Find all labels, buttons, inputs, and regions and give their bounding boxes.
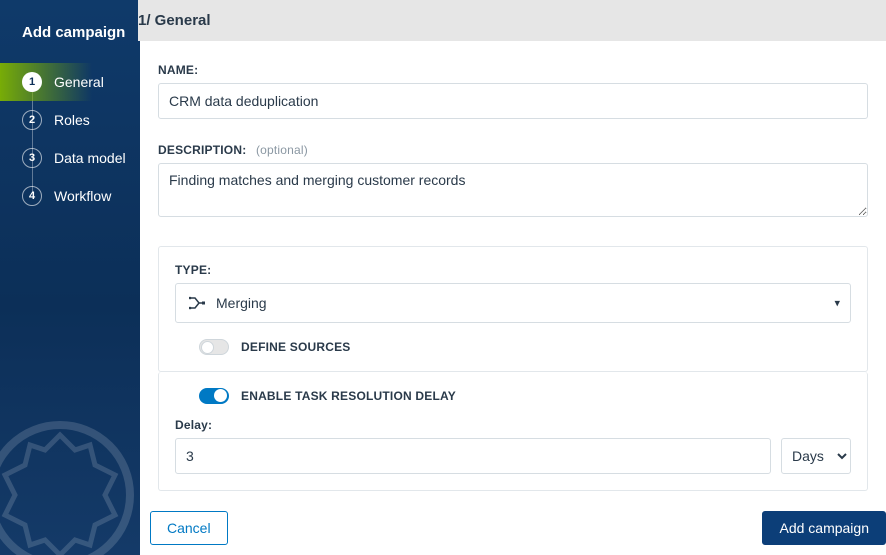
define-sources-label: DEFINE SOURCES [241, 340, 350, 354]
step-number-badge: 3 [22, 148, 42, 168]
sidebar-title: Add campaign [0, 0, 140, 63]
form-area: NAME: DESCRIPTION: (optional) TYPE: Merg… [140, 41, 886, 555]
define-sources-row: DEFINE SOURCES [175, 339, 851, 355]
name-block: NAME: [158, 63, 868, 119]
delay-unit-select[interactable]: DaysHoursWeeks [781, 438, 851, 474]
step-number-badge: 2 [22, 110, 42, 130]
wizard-steps: 1 General 2 Roles 3 Data model 4 Workflow [0, 63, 140, 215]
chevron-down-icon: ▾ [834, 297, 840, 310]
cancel-button[interactable]: Cancel [150, 511, 228, 545]
define-sources-toggle[interactable] [199, 339, 229, 355]
step-label: General [54, 74, 104, 90]
add-campaign-button[interactable]: Add campaign [762, 511, 886, 545]
panel-title: 1/ General [138, 12, 211, 29]
type-label: TYPE: [175, 263, 851, 277]
wizard-step-workflow[interactable]: 4 Workflow [0, 177, 140, 215]
merge-icon [186, 296, 208, 310]
description-label: DESCRIPTION: (optional) [158, 143, 868, 157]
type-panel: TYPE: Merging ▾ DEFINE SOURCES [158, 246, 868, 372]
delay-panel: ENABLE TASK RESOLUTION DELAY Delay: Days… [158, 372, 868, 491]
step-label: Data model [54, 150, 126, 166]
description-label-text: DESCRIPTION: [158, 143, 246, 157]
name-label: NAME: [158, 63, 868, 77]
footer-actions: Cancel Add campaign [140, 501, 886, 555]
wizard-step-data-model[interactable]: 3 Data model [0, 139, 140, 177]
enable-delay-row: ENABLE TASK RESOLUTION DELAY [175, 388, 851, 404]
description-input[interactable] [158, 163, 868, 217]
background-decoration [0, 395, 140, 555]
step-label: Workflow [54, 188, 111, 204]
name-input[interactable] [158, 83, 868, 119]
type-value: Merging [216, 295, 267, 311]
step-label: Roles [54, 112, 90, 128]
enable-delay-label: ENABLE TASK RESOLUTION DELAY [241, 389, 456, 403]
delay-block: Delay: DaysHoursWeeks [175, 418, 851, 474]
panel-header: 1/ General [138, 0, 886, 41]
step-number-badge: 4 [22, 186, 42, 206]
wizard-step-roles[interactable]: 2 Roles [0, 101, 140, 139]
delay-value-input[interactable] [175, 438, 771, 474]
description-block: DESCRIPTION: (optional) [158, 143, 868, 222]
type-select[interactable]: Merging ▾ [175, 283, 851, 323]
main-panel: 1/ General NAME: DESCRIPTION: (optional)… [140, 0, 886, 555]
wizard-step-general[interactable]: 1 General [0, 63, 140, 101]
step-number-badge: 1 [22, 72, 42, 92]
enable-delay-toggle[interactable] [199, 388, 229, 404]
delay-label: Delay: [175, 418, 851, 432]
wizard-sidebar: Add campaign 1 General 2 Roles 3 Data model 4W… [0, 0, 140, 555]
description-optional: (optional) [256, 143, 308, 157]
